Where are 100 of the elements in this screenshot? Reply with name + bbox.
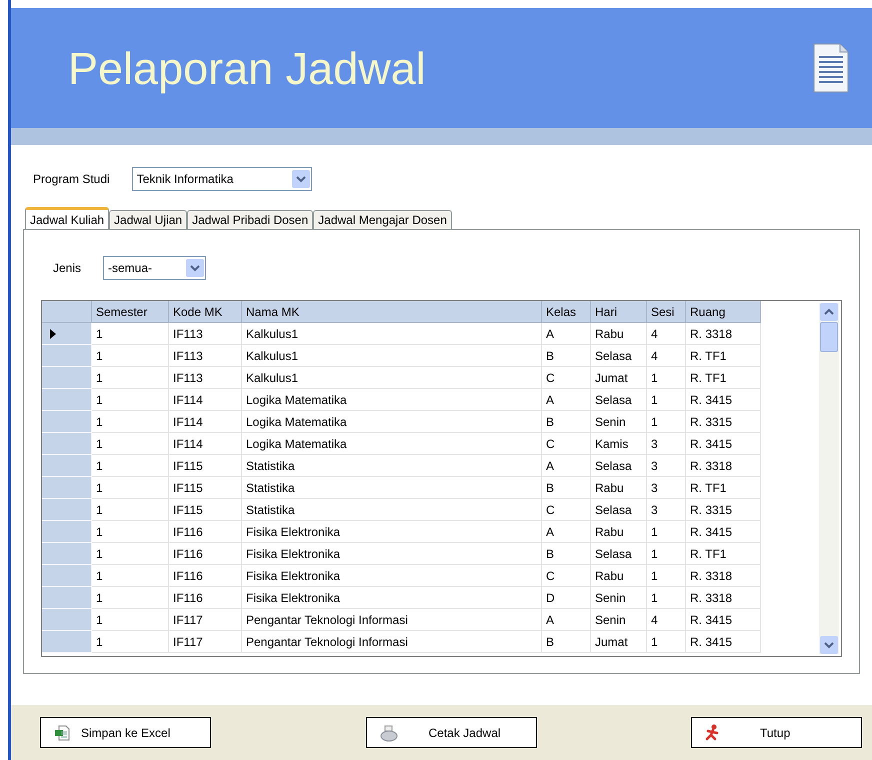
table-cell: IF113	[169, 367, 242, 389]
action-button[interactable]: Simpan ke Excel	[40, 717, 211, 748]
table-cell: 1	[92, 499, 169, 521]
table-cell: B	[542, 543, 591, 565]
tab[interactable]: Jadwal Kuliah	[25, 207, 110, 229]
table-cell: Senin	[591, 609, 647, 631]
column-header: Kode MK	[169, 301, 242, 323]
table-cell: Kalkulus1	[242, 367, 542, 389]
table-cell: Statistika	[242, 455, 542, 477]
table-cell: R. 3318	[686, 587, 761, 609]
table-cell: Logika Matematika	[242, 433, 542, 455]
table-cell: 3	[647, 499, 686, 521]
row-header[interactable]	[42, 323, 92, 345]
table-cell: Jumat	[591, 631, 647, 653]
vertical-scrollbar[interactable]	[819, 303, 839, 654]
table-cell: A	[542, 389, 591, 411]
table-cell: R. 3318	[686, 323, 761, 345]
table-cell: Fisika Elektronika	[242, 565, 542, 587]
table-cell: IF116	[169, 521, 242, 543]
table-cell: Selasa	[591, 389, 647, 411]
table-cell: 1	[647, 543, 686, 565]
table-cell: IF117	[169, 609, 242, 631]
spreadsheet-icon	[53, 724, 71, 742]
table-cell: Rabu	[591, 565, 647, 587]
table-cell: A	[542, 323, 591, 345]
table-cell: 1	[92, 455, 169, 477]
table-cell: IF115	[169, 477, 242, 499]
column-header: Ruang	[686, 301, 761, 323]
table-cell: A	[542, 455, 591, 477]
field-label: Jenis	[53, 260, 82, 277]
table-cell: 4	[647, 345, 686, 367]
table-cell: 1	[92, 389, 169, 411]
table-cell: Senin	[591, 411, 647, 433]
table-cell: 1	[647, 389, 686, 411]
table-cell: Logika Matematika	[242, 411, 542, 433]
table-cell: Selasa	[591, 455, 647, 477]
scroll-down-icon[interactable]	[820, 636, 838, 654]
table-cell: R. 3415	[686, 521, 761, 543]
table-cell: 1	[92, 631, 169, 653]
column-header: Sesi	[647, 301, 686, 323]
table-cell: R. 3315	[686, 499, 761, 521]
table-cell: R. 3315	[686, 411, 761, 433]
table-cell: A	[542, 521, 591, 543]
table-cell: Pengantar Teknologi Informasi	[242, 609, 542, 631]
jenis-dropdown[interactable]: -semua-	[103, 256, 206, 280]
table-cell: R. 3415	[686, 433, 761, 455]
table-cell: Logika Matematika	[242, 389, 542, 411]
table-cell: Fisika Elektronika	[242, 543, 542, 565]
table-cell: IF113	[169, 345, 242, 367]
table-cell: IF115	[169, 499, 242, 521]
table-cell: 1	[92, 587, 169, 609]
table-cell: IF116	[169, 587, 242, 609]
column-header: Nama MK	[242, 301, 542, 323]
table-cell: Selasa	[591, 499, 647, 521]
scroll-thumb[interactable]	[820, 322, 838, 352]
table-cell: 1	[92, 411, 169, 433]
table-cell: IF116	[169, 543, 242, 565]
table-cell: 1	[92, 345, 169, 367]
action-button[interactable]: Cetak Jadwal	[366, 717, 536, 748]
table-cell: C	[542, 565, 591, 587]
table-cell: 1	[92, 477, 169, 499]
tab[interactable]: Jadwal Ujian	[109, 210, 188, 229]
column-header: Kelas	[542, 301, 591, 323]
tab[interactable]: Jadwal Pribadi Dosen	[187, 210, 314, 229]
table-cell: Statistika	[242, 477, 542, 499]
table-cell: B	[542, 345, 591, 367]
table-cell: IF117	[169, 631, 242, 653]
table-cell: Fisika Elektronika	[242, 587, 542, 609]
table-cell: 1	[647, 411, 686, 433]
column-header: Semester	[92, 301, 169, 323]
tab[interactable]: Jadwal Mengajar Dosen	[313, 210, 452, 229]
table-cell: IF114	[169, 389, 242, 411]
table-cell: IF114	[169, 411, 242, 433]
table-cell: C	[542, 367, 591, 389]
table-cell: 1	[92, 367, 169, 389]
table-cell: R. 3415	[686, 389, 761, 411]
table-cell: R. 3415	[686, 609, 761, 631]
table-cell: R. TF1	[686, 367, 761, 389]
program-studi-dropdown[interactable]: Teknik Informatika	[132, 167, 312, 191]
table-cell: C	[542, 433, 591, 455]
table-cell: IF116	[169, 565, 242, 587]
table-cell: R. TF1	[686, 477, 761, 499]
table-cell: Kalkulus1	[242, 345, 542, 367]
table-cell: 1	[92, 565, 169, 587]
row-header-corner	[42, 301, 92, 323]
field-label: Program Studi	[33, 171, 110, 188]
printer-icon	[378, 724, 398, 742]
table-cell: Kamis	[591, 433, 647, 455]
table-cell: B	[542, 477, 591, 499]
table-cell: Selasa	[591, 345, 647, 367]
table-cell: 1	[647, 367, 686, 389]
table-cell: D	[542, 587, 591, 609]
table-cell: Kalkulus1	[242, 323, 542, 345]
action-button[interactable]: Tutup	[691, 717, 862, 748]
table-cell: 1	[647, 631, 686, 653]
table-cell: B	[542, 631, 591, 653]
scroll-up-icon[interactable]	[820, 303, 838, 321]
table-cell: 1	[92, 521, 169, 543]
table-cell: 1	[647, 521, 686, 543]
document-icon	[812, 43, 850, 93]
